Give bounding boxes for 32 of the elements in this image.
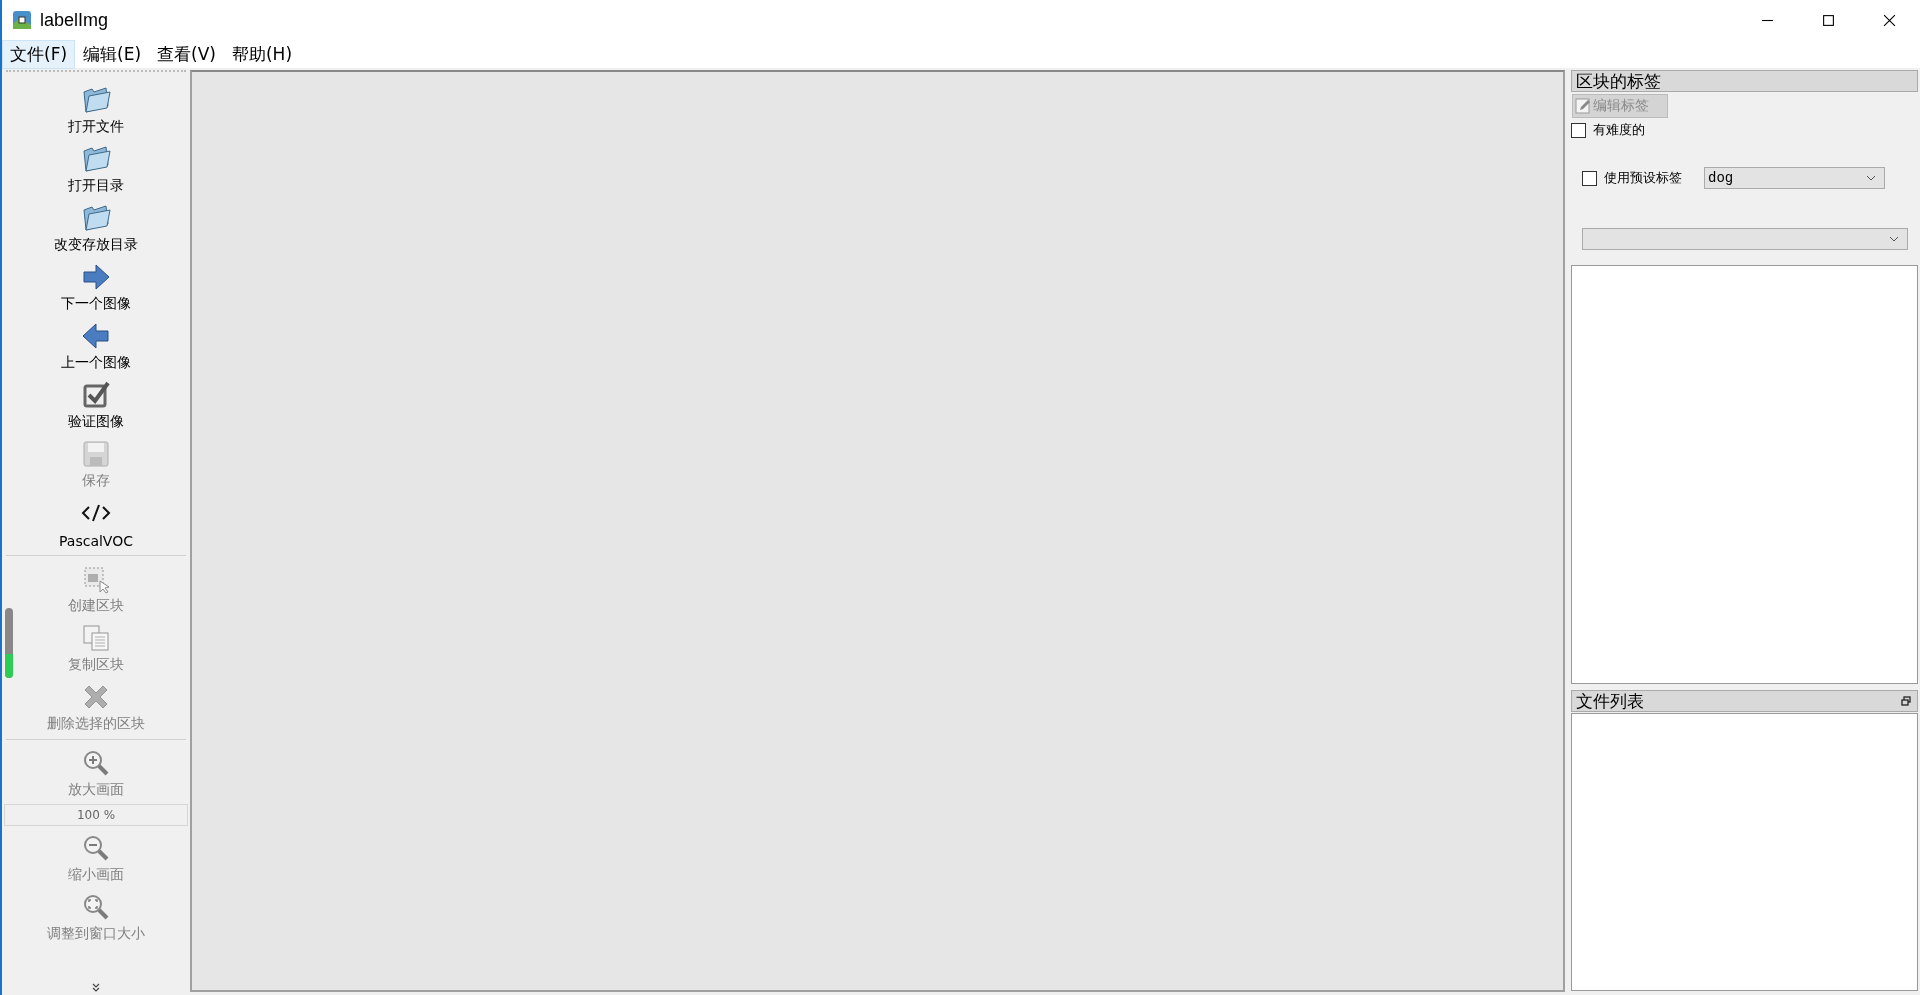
chevron-down-icon[interactable] xyxy=(92,983,100,993)
arrow-left-icon xyxy=(80,320,112,352)
chevron-down-icon xyxy=(1866,175,1876,181)
zoom-field[interactable]: 100 % xyxy=(4,804,188,826)
menu-item[interactable]: 编辑(E) xyxy=(75,39,150,69)
toolbar-button[interactable]: 验证图像 xyxy=(2,375,190,434)
window-title: labelImg xyxy=(40,9,109,31)
folder-icon xyxy=(80,84,112,116)
folder-icon xyxy=(80,202,112,234)
difficult-checkbox[interactable]: 有难度的 xyxy=(1571,118,1918,142)
code-icon xyxy=(80,503,112,523)
dock-title: 区块的标签 xyxy=(1576,69,1661,93)
toolbar-button[interactable]: 上一个图像 xyxy=(2,316,190,375)
float-icon[interactable] xyxy=(1901,696,1911,706)
arrow-right-icon xyxy=(80,261,112,293)
label-dropdown[interactable]: dog xyxy=(1704,167,1885,189)
chevron-down-icon xyxy=(1889,236,1899,242)
menu-item[interactable]: 帮助(H) xyxy=(223,39,301,69)
edit-icon xyxy=(1575,98,1591,114)
menu-item[interactable]: 查看(V) xyxy=(149,39,224,69)
toolbar-button[interactable]: PascalVOC xyxy=(2,493,190,552)
toolbar-button[interactable]: 打开文件 xyxy=(2,80,190,139)
menu-item[interactable]: 文件(F) xyxy=(2,39,76,69)
toolbar-button[interactable]: 打开目录 xyxy=(2,139,190,198)
app-icon xyxy=(12,10,32,30)
copy-icon xyxy=(80,622,112,654)
toolbar-button[interactable]: 下一个图像 xyxy=(2,257,190,316)
level-meter xyxy=(5,608,13,678)
folder-icon xyxy=(80,143,112,175)
dock-title: 文件列表 xyxy=(1576,689,1644,713)
toolbar-button[interactable]: 改变存放目录 xyxy=(2,198,190,257)
default-label-checkbox[interactable]: 使用预设标签 xyxy=(1582,166,1682,190)
